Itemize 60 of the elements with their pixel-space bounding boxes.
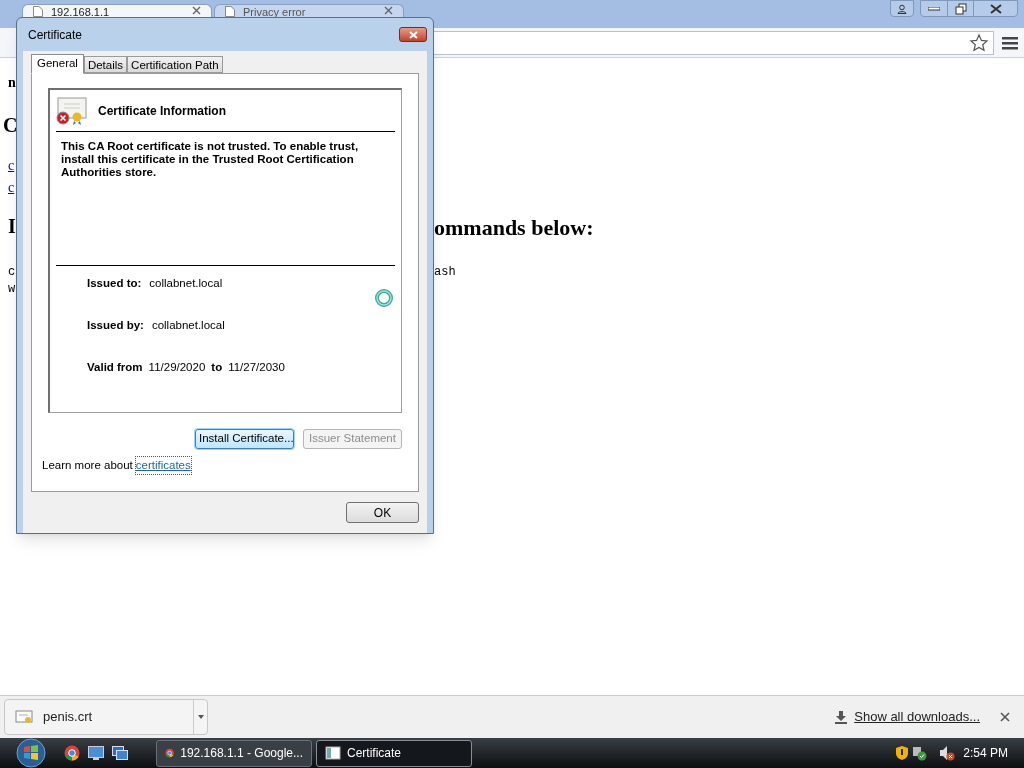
star-icon[interactable]	[969, 32, 989, 53]
profile-button[interactable]	[890, 0, 914, 17]
windows-icon[interactable]	[112, 746, 128, 760]
window-icon	[325, 745, 341, 761]
close-icon[interactable]	[192, 6, 201, 15]
network-icon[interactable]	[911, 745, 928, 761]
download-item[interactable]: penis.crt	[4, 699, 208, 735]
page-text: n	[8, 74, 16, 92]
menu-icon[interactable]	[1002, 35, 1018, 50]
field-value: 11/29/2020	[148, 360, 206, 373]
download-filename: penis.crt	[43, 708, 94, 727]
page-icon	[33, 6, 43, 17]
trust-warning: This CA Root certificate is not trusted. To enable trust, install this certificate in the Trusted Root Certification Authorities store.	[60, 140, 360, 179]
code-text: ash	[434, 264, 456, 281]
learn-more-text: Learn more about	[42, 458, 133, 473]
show-all-downloads-link[interactable]: Show all downloads...	[854, 707, 980, 727]
close-icon	[408, 30, 418, 39]
caret-icon[interactable]	[193, 700, 207, 734]
download-icon	[834, 710, 849, 724]
panel-heading: Certificate Information	[98, 102, 226, 120]
certificate-icon	[15, 709, 33, 725]
shield-icon[interactable]	[895, 745, 910, 761]
field-label: Issued by:	[87, 318, 144, 331]
page-heading: C	[3, 113, 18, 138]
user-icon	[897, 3, 907, 14]
field-value: 11/27/2030	[228, 360, 285, 373]
desktop-icon[interactable]	[88, 746, 104, 760]
dialog-button[interactable]: Install Certificate...	[195, 429, 294, 449]
dialog-tab[interactable]: General	[31, 54, 84, 74]
ok-button[interactable]: OK	[346, 502, 419, 523]
clock[interactable]: 2:54 PM	[963, 744, 1008, 762]
dialog-tab[interactable]: Certification Path	[127, 56, 223, 73]
field-label: to	[211, 360, 223, 373]
minimize-icon	[928, 6, 940, 11]
field-label: Valid from	[87, 360, 143, 373]
certificates-link[interactable]: certificates	[135, 457, 191, 475]
taskbar-button[interactable]: 192.168.1.1 - Google...	[156, 739, 312, 767]
loading-spinner-icon	[374, 288, 394, 308]
close-icon[interactable]	[384, 6, 393, 15]
close-icon[interactable]	[1000, 712, 1010, 722]
close-icon	[989, 3, 1002, 14]
taskbar-button[interactable]: Certificate	[316, 739, 472, 767]
restore-icon	[954, 2, 967, 15]
page-heading: I	[8, 214, 16, 239]
page-link[interactable]: c	[8, 177, 15, 198]
page-heading: ommands below:	[434, 214, 594, 242]
speaker-muted-icon[interactable]	[939, 745, 956, 761]
certificate-error-icon	[56, 95, 88, 126]
code-text: c	[8, 264, 16, 281]
dialog-title: Certificate	[28, 26, 84, 44]
dialog-button: Issuer Statement	[303, 429, 402, 449]
field-label: Issued to:	[87, 276, 142, 289]
page-link[interactable]: c	[8, 155, 15, 176]
code-text: w	[8, 281, 16, 298]
page-icon	[225, 6, 235, 17]
chrome-icon[interactable]	[64, 745, 80, 761]
field-value: collabnet.local	[151, 318, 225, 331]
field-value: collabnet.local	[149, 276, 223, 289]
close-button[interactable]	[399, 27, 427, 42]
dialog-tab[interactable]: Details	[83, 56, 128, 73]
